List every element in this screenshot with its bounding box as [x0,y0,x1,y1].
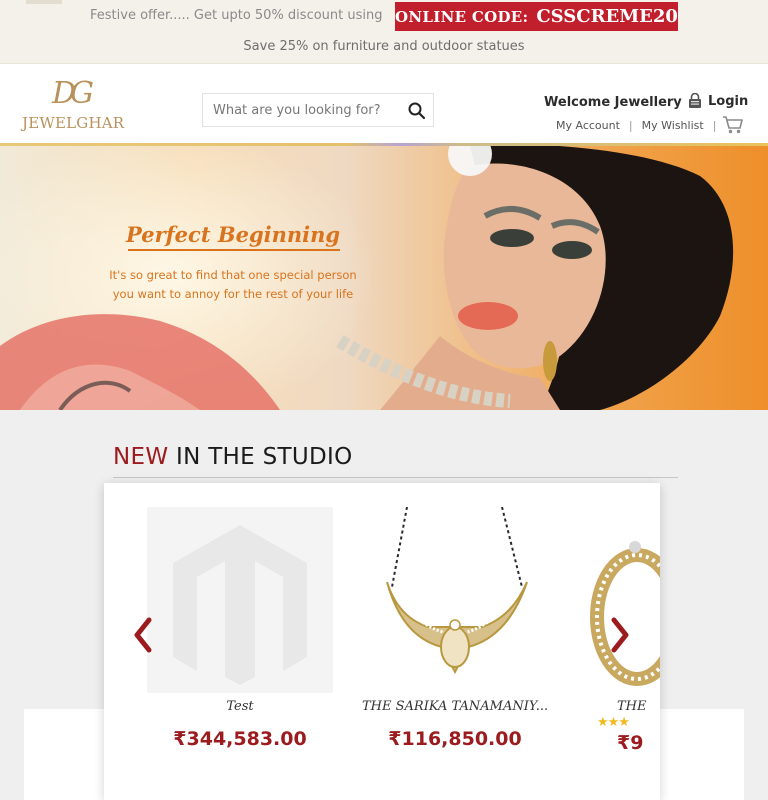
lock-icon [689,93,701,108]
product-name[interactable]: THE SARIKA TANAMANIY... [362,699,548,714]
link-separator: | [628,119,633,132]
banner-headline: Perfect Beginning [126,222,341,247]
site-logo[interactable]: DG JEWELGHAR [22,76,132,136]
promo-bar: Festive offer..... Get upto 50% discount… [0,0,768,63]
my-wishlist-link[interactable]: My Wishlist [642,119,704,132]
hero-banner[interactable]: Perfect Beginning It's so great to find … [0,146,768,410]
product-price: ₹344,583.00 [173,728,307,750]
search-input[interactable] [203,94,399,126]
magento-placeholder-icon [173,525,307,685]
section-title-accent: NEW [113,444,169,470]
login-label: Login [708,93,749,109]
promo-tab[interactable] [26,0,62,4]
section-title: NEW IN THE STUDIO [113,444,352,470]
product-image[interactable] [577,507,660,693]
section-divider [113,477,678,478]
section-title-rest: IN THE STUDIO [168,444,353,470]
product-carousel: Test ₹344,583.00 THE SARIKA TANAMANIY...… [104,483,660,800]
promo-code-value: CSSCREME20 [536,6,678,27]
chevron-left-icon[interactable] [132,617,154,653]
product-name[interactable]: THE [577,699,660,714]
site-header: DG JEWELGHAR Welcome Jewellery Login My … [0,63,768,145]
promo-code-badge: ONLINE CODE: CSSCREME20 [395,2,678,31]
product-card[interactable]: THE SARIKA TANAMANIY... ₹116,850.00 [362,506,548,750]
search-box [202,93,434,127]
promo-subtext: Save 25% on furniture and outdoor statue… [243,39,525,54]
search-icon[interactable] [407,101,427,121]
banner-tagline: It's so great to find that one special p… [109,268,357,301]
cart-icon[interactable] [722,115,744,135]
product-image[interactable] [362,506,548,693]
account-links: My Account | My Wishlist | [556,119,725,132]
chevron-right-icon[interactable] [609,617,631,653]
logo-wordmark: JEWELGHAR [22,114,125,132]
new-in-studio-section: NEW IN THE STUDIO Test ₹344,583.00 THE S… [0,410,768,800]
promo-offer-text: Festive offer..... Get upto 50% discount… [90,8,383,23]
product-image[interactable] [147,507,333,693]
necklace-image [386,506,528,675]
login-link[interactable]: Login [688,93,748,109]
headline-underline [128,249,340,251]
promo-code-label: ONLINE CODE: [395,7,529,26]
ring-image [590,541,660,686]
my-account-link[interactable]: My Account [556,119,620,132]
rating-stars: ★★★ [597,715,630,730]
link-separator: | [712,119,717,132]
product-price: ₹116,850.00 [388,728,522,750]
welcome-text: Welcome Jewellery [544,95,682,110]
logo-mark: DG [52,76,94,111]
product-price: ₹9 [617,732,644,754]
product-card[interactable]: Test ₹344,583.00 [147,507,333,750]
product-name[interactable]: Test [147,699,333,714]
